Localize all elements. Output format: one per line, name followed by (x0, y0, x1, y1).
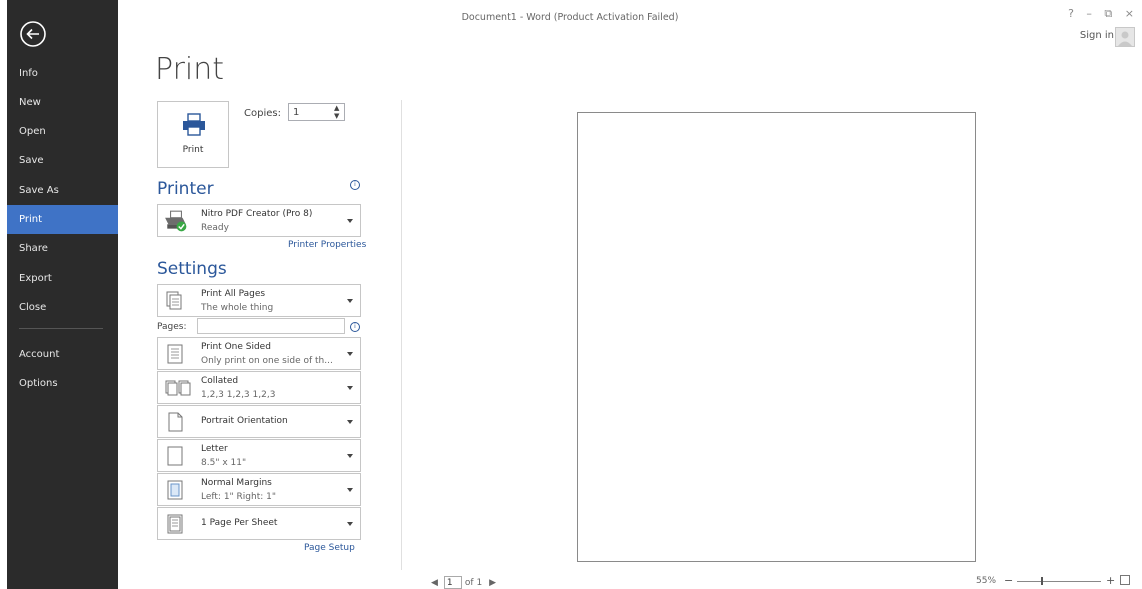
zoom-level: 55% (976, 576, 997, 586)
nav-open[interactable]: Open (7, 117, 118, 146)
settings-heading: Settings (157, 259, 227, 279)
pages-per-sheet-title: 1 Page Per Sheet (201, 518, 278, 528)
printer-status: Ready (201, 223, 229, 233)
page-setup-link[interactable]: Page Setup (304, 543, 355, 553)
margins-icon (167, 480, 183, 500)
current-page-input[interactable]: 1 (443, 576, 462, 589)
pages-per-sheet-select[interactable]: 1 Page Per Sheet (157, 507, 361, 540)
nav-share[interactable]: Share (7, 234, 118, 263)
nav-save-as[interactable]: Save As (7, 176, 118, 205)
user-avatar-icon[interactable] (1115, 27, 1135, 47)
chevron-down-icon (347, 454, 353, 458)
copies-spinner[interactable]: ▲ ▼ (334, 104, 339, 120)
paper-size-title: Letter (201, 444, 228, 454)
orientation-title: Portrait Orientation (201, 416, 288, 426)
backstage-nav: Info New Open Save Save As Print Share E… (7, 0, 118, 589)
printer-properties-link[interactable]: Printer Properties (288, 240, 366, 250)
zoom-out-icon[interactable]: − (1004, 574, 1013, 587)
nav-info[interactable]: Info (7, 59, 118, 88)
printer-select[interactable]: Nitro PDF Creator (Pro 8) Ready (157, 204, 361, 237)
help-icon[interactable]: ? (1068, 7, 1074, 20)
chevron-down-icon (347, 522, 353, 526)
nav-new[interactable]: New (7, 88, 118, 117)
chevron-down-icon (347, 386, 353, 390)
collation-title: Collated (201, 376, 239, 386)
nav-options[interactable]: Options (7, 369, 118, 398)
chevron-down-icon (347, 488, 353, 492)
sides-title: Print One Sided (201, 342, 271, 352)
sides-select[interactable]: Print One Sided Only print on one side o… (157, 337, 361, 370)
margins-sub: Left: 1" Right: 1" (201, 492, 277, 502)
print-range-select[interactable]: Print All Pages The whole thing (157, 284, 361, 317)
printer-icon (183, 113, 205, 136)
back-arrow-icon (20, 21, 46, 47)
back-button[interactable] (19, 20, 47, 48)
one-sided-icon (167, 344, 183, 364)
margins-title: Normal Margins (201, 478, 272, 488)
margins-select[interactable]: Normal Margins Left: 1" Right: 1" (157, 473, 361, 506)
collation-sub: 1,2,3 1,2,3 1,2,3 (201, 390, 276, 400)
paper-size-sub: 8.5" x 11" (201, 458, 247, 468)
chevron-down-icon (347, 219, 353, 223)
copies-label: Copies: (244, 108, 281, 119)
zoom-slider[interactable] (1017, 581, 1101, 582)
nav-divider (19, 328, 103, 329)
zoom-in-icon[interactable]: + (1106, 574, 1115, 587)
pages-icon (166, 291, 182, 310)
zoom-to-page-icon[interactable] (1120, 575, 1130, 585)
print-button[interactable]: Print (157, 101, 229, 168)
printer-ready-icon (165, 210, 187, 232)
info-icon[interactable]: i (350, 322, 360, 332)
print-range-sub: The whole thing (201, 303, 274, 313)
chevron-down-icon (347, 299, 353, 303)
print-preview-page (577, 112, 976, 562)
one-page-per-sheet-icon (167, 514, 183, 534)
printer-name: Nitro PDF Creator (Pro 8) (201, 209, 313, 219)
nav-export[interactable]: Export (7, 264, 118, 293)
nav-print[interactable]: Print (7, 205, 118, 234)
minimize-icon[interactable]: – (1086, 7, 1092, 20)
nav-account[interactable]: Account (7, 340, 118, 369)
info-icon[interactable]: i (350, 180, 360, 190)
paper-size-select[interactable]: Letter 8.5" x 11" (157, 439, 361, 472)
printer-heading: Printer (157, 179, 214, 199)
pages-input[interactable] (197, 318, 345, 334)
sign-in-link[interactable]: Sign in (1080, 30, 1114, 41)
orientation-select[interactable]: Portrait Orientation (157, 405, 361, 438)
sides-sub: Only print on one side of th... (201, 356, 333, 366)
close-icon[interactable]: × (1125, 7, 1134, 20)
window-title: Document1 - Word (Product Activation Fai… (461, 12, 679, 23)
chevron-down-icon (347, 420, 353, 424)
nav-close[interactable]: Close (7, 293, 118, 322)
nav-save[interactable]: Save (7, 146, 118, 175)
zoom-slider-thumb[interactable] (1041, 577, 1043, 585)
column-divider (401, 100, 402, 570)
print-button-label: Print (182, 145, 204, 155)
next-page-icon[interactable]: ▶ (489, 578, 496, 588)
print-range-title: Print All Pages (201, 289, 266, 299)
collated-icon (165, 380, 191, 396)
restore-icon[interactable]: ⧉ (1104, 7, 1112, 21)
page-navigator: ◀ 1 of 1 ▶ (431, 576, 496, 589)
pages-label: Pages: (157, 322, 187, 332)
previous-page-icon[interactable]: ◀ (431, 578, 438, 588)
chevron-down-icon (347, 352, 353, 356)
page-title: Print (155, 52, 225, 87)
collation-select[interactable]: Collated 1,2,3 1,2,3 1,2,3 (157, 371, 361, 404)
page-count: of 1 (464, 578, 483, 588)
paper-size-icon (167, 446, 183, 466)
window-controls: ? – ⧉ × (1059, 7, 1134, 21)
portrait-icon (168, 412, 183, 432)
